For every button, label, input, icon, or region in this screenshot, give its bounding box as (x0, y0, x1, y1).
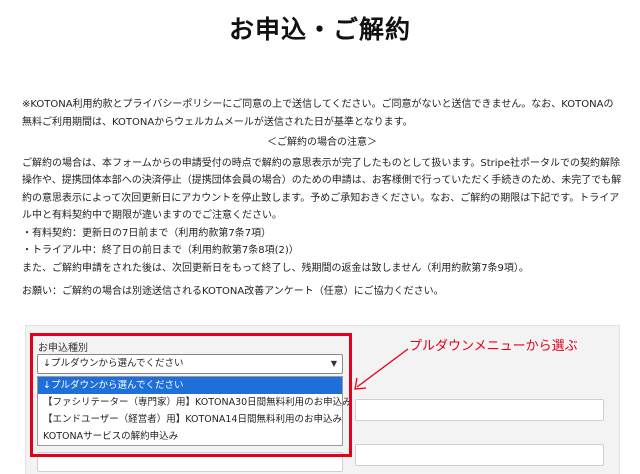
cancel-notice-heading: ＜ご解約の場合の注意＞ (267, 137, 377, 148)
notice-section: ※KOTONA利用約款とプライバシーポリシーにご同意の上で送信してください。ご同… (22, 96, 622, 301)
cancel-notice-body: ご解約の場合は、本フォームからの申請受付の時点で解約の意思表示が完了したものとし… (22, 157, 622, 222)
page-title: お申込・ご解約 (228, 15, 411, 44)
survey-request: お願い：ご解約の場合は別途送信されるKOTONA改善アンケート（任意）にご協力く… (22, 286, 444, 297)
refund-notice: また、ご解約申請をされた後は、次回更新日をもって終了し、残期間の返金は致しません… (22, 262, 529, 274)
callout-arrow-icon (354, 348, 409, 390)
highlight-box (30, 333, 352, 457)
paid-deadline: ・有料契約：更新日の7日前まで（利用約款第7条7項） (22, 227, 272, 239)
consent-notice: ※KOTONA利用約款とプライバシーポリシーにご同意の上で送信してください。ご同… (22, 99, 614, 128)
trial-deadline: ・トライアル中：終了日の前日まで（利用約款第7条8項(2)） (22, 245, 299, 256)
text-input-field-2[interactable] (355, 444, 604, 466)
text-input-field[interactable] (355, 399, 604, 421)
callout-text: プルダウンメニューから選ぶ (409, 339, 578, 354)
